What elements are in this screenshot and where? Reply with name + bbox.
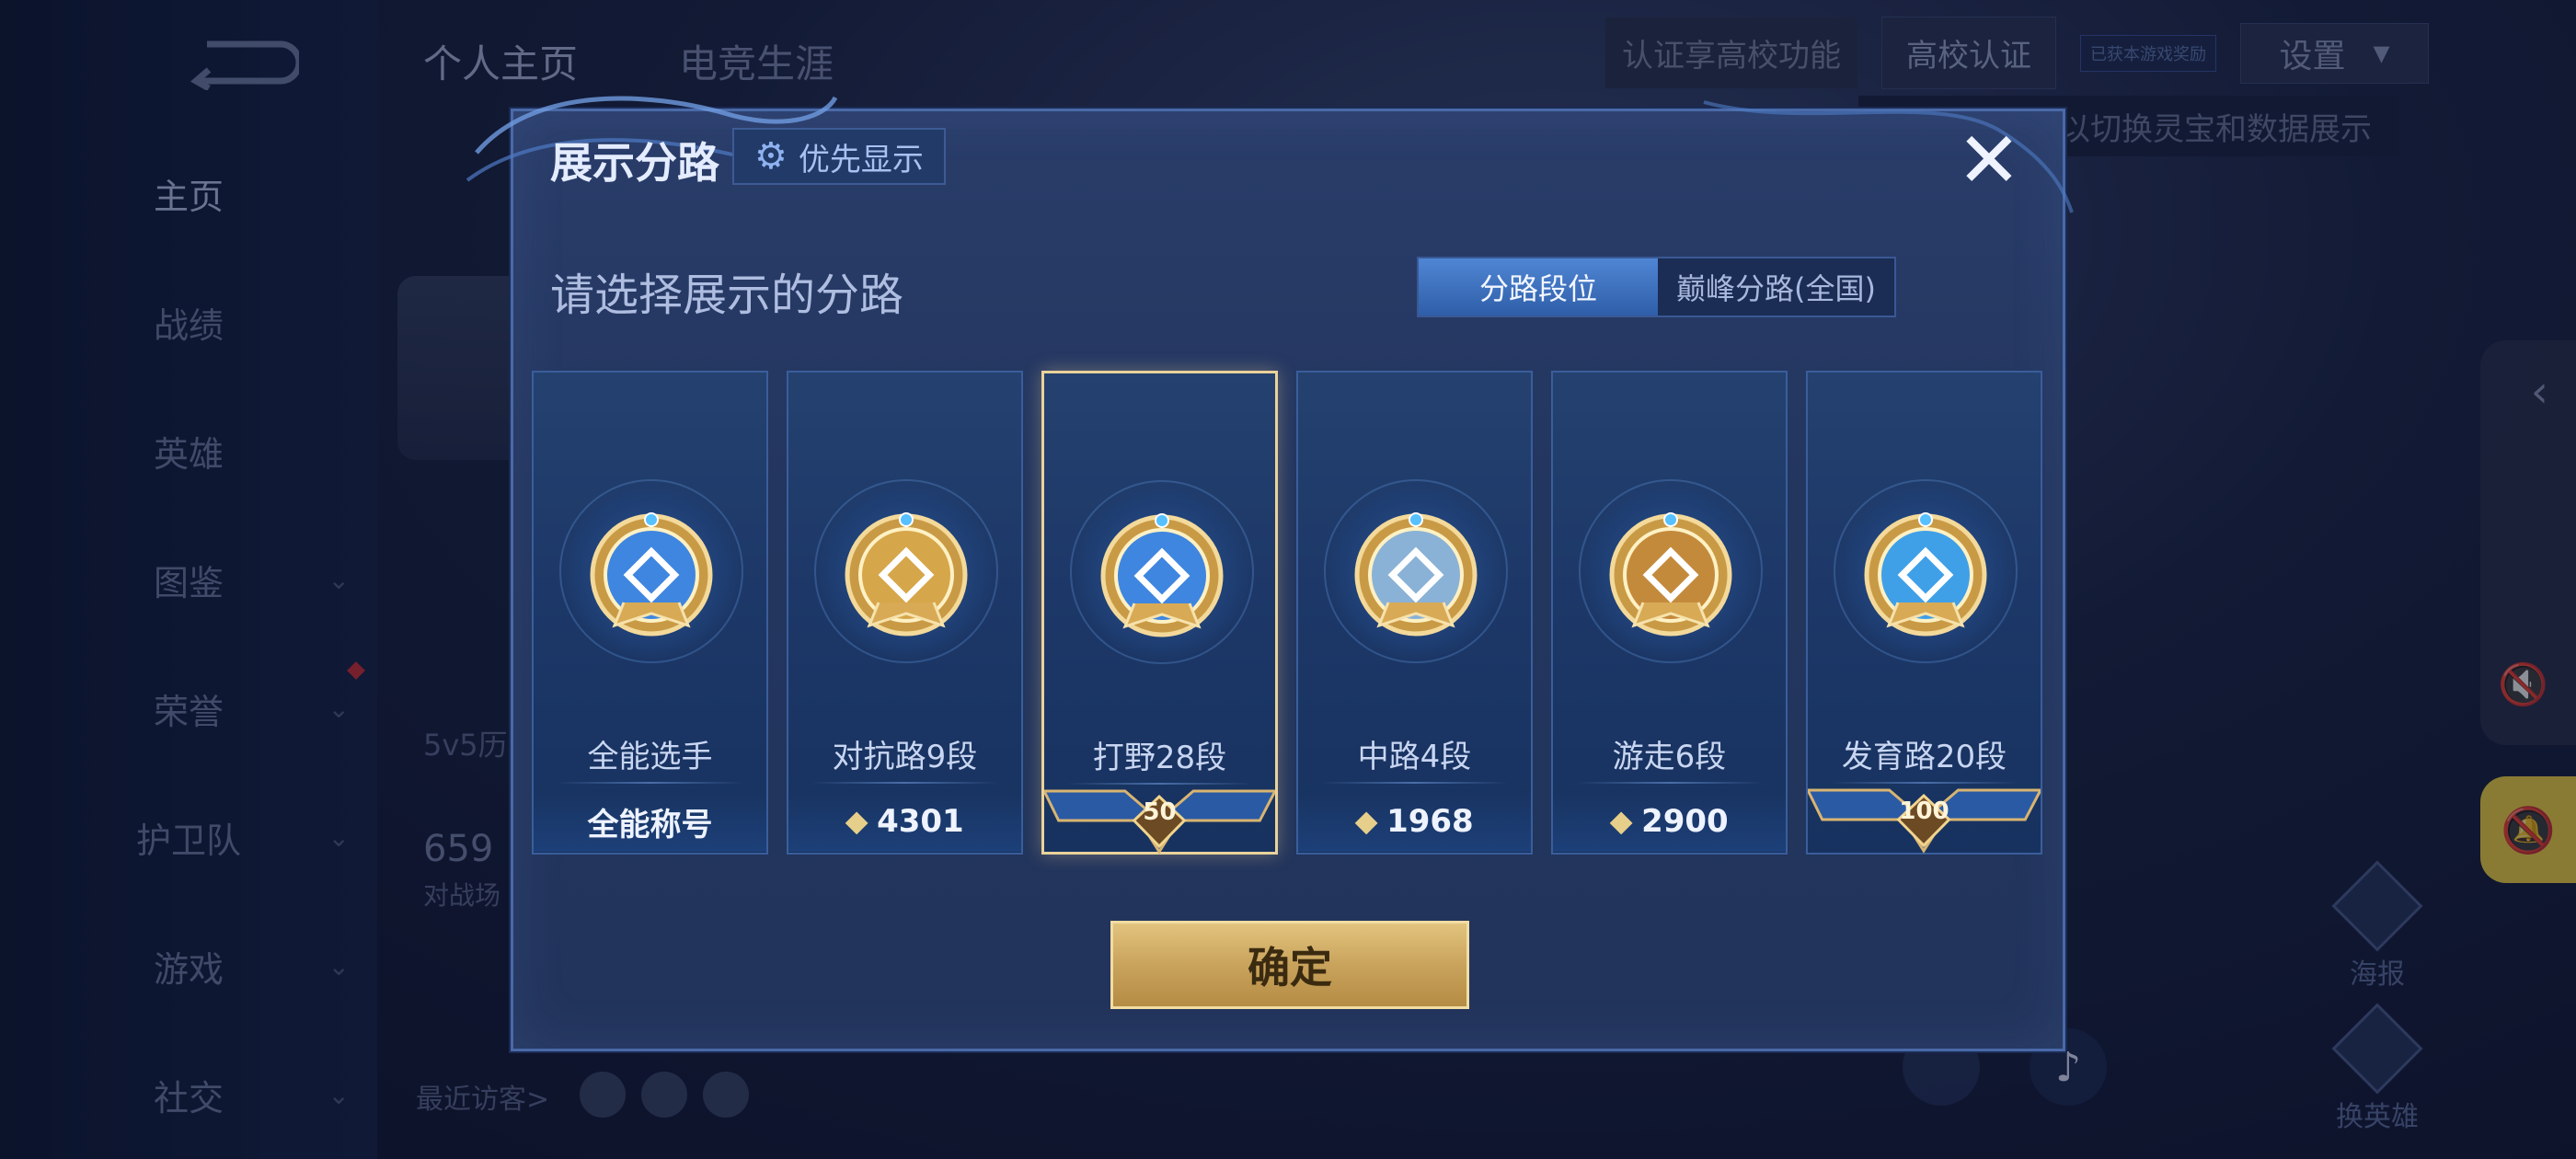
divider: [556, 782, 744, 784]
divider: [811, 782, 999, 784]
lane-badge-icon: [590, 512, 713, 637]
lane-card[interactable]: 中路4段 ⬥ 1968: [1296, 371, 1533, 855]
lane-bottom-row: ⬥ 2900: [1553, 791, 1786, 852]
lane-badge-icon: [1354, 512, 1478, 637]
close-button[interactable]: ✕: [1954, 121, 2024, 199]
dialog-subtitle: 请选择展示的分路: [550, 270, 904, 321]
lane-badge-icon: [845, 512, 968, 637]
priority-display-button[interactable]: ⚙ 优先显示: [732, 128, 946, 185]
lane-points: 1968: [1386, 803, 1474, 840]
star-count: 50: [1143, 798, 1177, 826]
priority-label: 优先显示: [798, 141, 924, 178]
points-icon: ⬥: [845, 803, 868, 840]
lane-card-list: 全能选手 全能称号 对抗路9段 ⬥ 4301 打野28段 50 中路4段 ⬥ 1968 游走6段 ⬥ 2…: [532, 371, 2042, 855]
lane-points: 全能称号: [587, 806, 713, 843]
star-count: 100: [1899, 798, 1949, 825]
lane-name: 对抗路9段: [832, 739, 978, 775]
gear-icon: ⚙: [754, 135, 788, 178]
lane-card[interactable]: 全能选手 全能称号: [532, 371, 768, 855]
confirm-button[interactable]: 确定: [1110, 921, 1469, 1009]
close-icon: ✕: [1956, 115, 2022, 205]
lane-name: 中路4段: [1357, 739, 1472, 775]
lane-points: 2900: [1641, 803, 1729, 840]
lane-bottom-row: 全能称号: [534, 791, 766, 852]
dialog-title: 展示分路: [550, 138, 719, 188]
lane-card[interactable]: 游走6段 ⬥ 2900: [1551, 371, 1788, 855]
lane-name: 游走6段: [1612, 739, 1727, 775]
lane-name: 发育路20段: [1841, 739, 2007, 775]
lane-display-dialog: 展示分路 ⚙ 优先显示 ✕ 请选择展示的分路 分路段位 巅峰分路(全国) 全能选…: [466, 96, 2074, 1051]
lane-name: 全能选手: [587, 739, 713, 775]
lane-bottom-row: ⬥ 1968: [1298, 791, 1531, 852]
tab-lane-rank[interactable]: 分路段位: [1419, 258, 1658, 316]
lane-name: 打野28段: [1092, 740, 1227, 776]
confirm-label: 确定: [1248, 943, 1332, 993]
lane-bottom-row: ⬥ 4301: [788, 791, 1021, 852]
divider: [1575, 782, 1764, 784]
segment-control: 分路段位 巅峰分路(全国): [1417, 257, 1896, 317]
lane-card[interactable]: 对抗路9段 ⬥ 4301: [787, 371, 1023, 855]
divider: [1320, 782, 1509, 784]
tab-peak-lane[interactable]: 巅峰分路(全国): [1658, 258, 1894, 316]
lane-points: 4301: [877, 803, 964, 840]
points-icon: ⬥: [1610, 803, 1633, 840]
lane-badge-icon: [1100, 513, 1224, 637]
lane-badge-icon: [1864, 512, 1987, 637]
lane-card[interactable]: 打野28段 50: [1041, 371, 1278, 855]
lane-badge-icon: [1609, 512, 1732, 637]
points-icon: ⬥: [1355, 803, 1378, 840]
lane-card[interactable]: 发育路20段 100: [1806, 371, 2042, 855]
